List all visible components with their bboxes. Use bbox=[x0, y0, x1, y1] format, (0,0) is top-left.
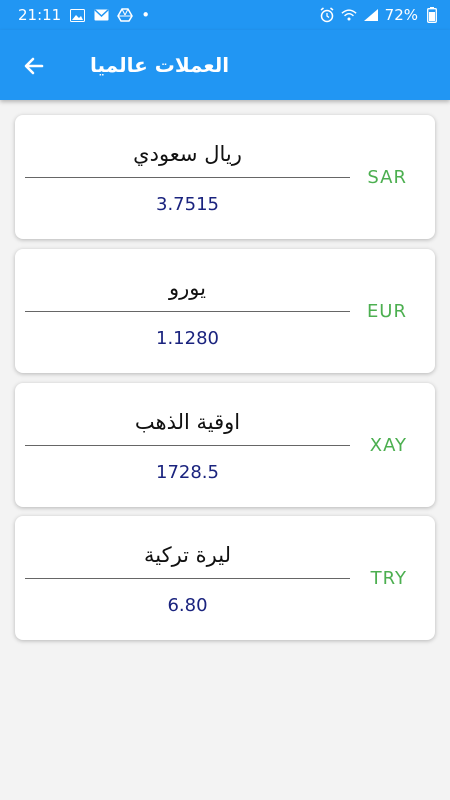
currency-name: ريال سعودي bbox=[133, 142, 242, 166]
currency-code: EUR bbox=[366, 301, 407, 322]
alarm-icon bbox=[319, 7, 335, 23]
status-time: 21:11 bbox=[18, 6, 62, 24]
currency-name: يورو bbox=[169, 276, 206, 300]
currency-code: TRY bbox=[370, 568, 407, 589]
arrow-left-icon bbox=[24, 57, 44, 75]
divider bbox=[25, 578, 350, 579]
currency-rate: 6.80 bbox=[167, 595, 208, 616]
currency-card-eur[interactable]: يورو 1.1280 EUR bbox=[15, 249, 435, 373]
divider bbox=[25, 311, 350, 312]
currency-rate: 3.7515 bbox=[156, 194, 219, 215]
battery-icon bbox=[424, 7, 440, 23]
image-icon bbox=[69, 7, 85, 23]
currency-code: XAY bbox=[369, 435, 407, 456]
battery-percent: 72% bbox=[384, 6, 418, 24]
status-right: 72% bbox=[319, 5, 440, 25]
currency-rate: 1728.5 bbox=[156, 462, 219, 483]
back-button[interactable] bbox=[18, 50, 50, 82]
currency-card-xay[interactable]: اوقية الذهب 1728.5 XAY bbox=[15, 383, 435, 507]
wifi-icon bbox=[341, 7, 357, 23]
notification-dot: • bbox=[141, 6, 151, 24]
status-left: 21:11 • bbox=[18, 5, 150, 25]
mail-icon bbox=[93, 7, 109, 23]
drive-icon bbox=[117, 7, 134, 23]
signal-icon bbox=[363, 7, 379, 23]
currency-card-try[interactable]: ليرة تركية 6.80 TRY bbox=[15, 516, 435, 640]
app-bar: العملات عالميا bbox=[0, 30, 450, 100]
status-bar: 21:11 • 72% bbox=[0, 0, 450, 30]
currency-name: ليرة تركية bbox=[143, 543, 232, 567]
divider bbox=[25, 445, 350, 446]
currency-code: SAR bbox=[367, 167, 407, 188]
divider bbox=[25, 177, 350, 178]
currency-name: اوقية الذهب bbox=[134, 410, 241, 434]
page-title: العملات عالميا bbox=[90, 53, 230, 77]
currency-card-sar[interactable]: ريال سعودي 3.7515 SAR bbox=[15, 115, 435, 239]
currency-rate: 1.1280 bbox=[156, 328, 219, 349]
